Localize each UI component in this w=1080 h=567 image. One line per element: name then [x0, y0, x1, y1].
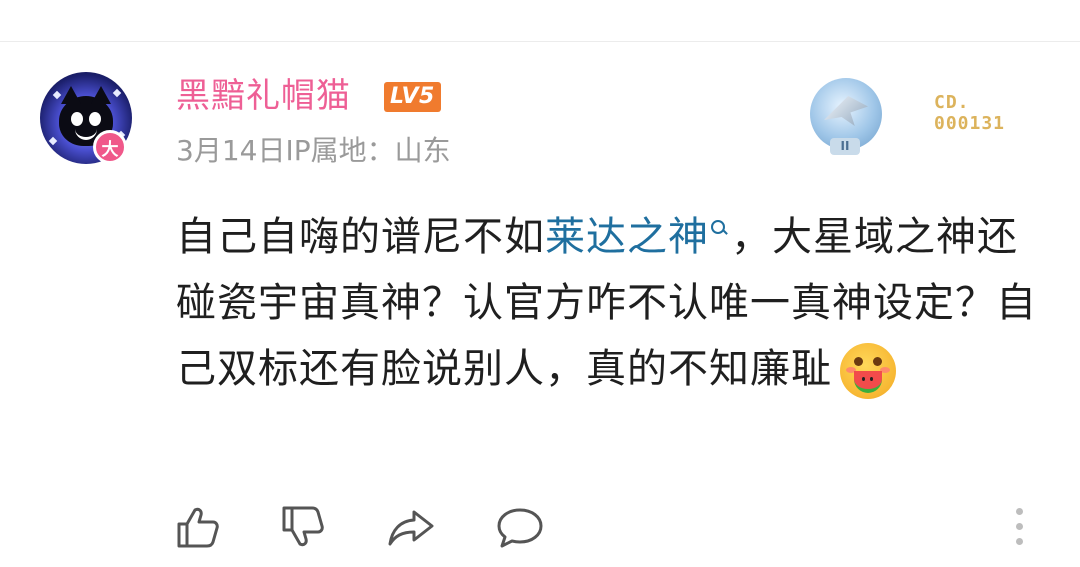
comment-text: 自己自嗨的谱尼不如莱达之神 ，大星域之神还碰瓷宇宙真神？认官方咋不认唯一真神设定？… [176, 204, 1046, 402]
level-badge: LV5 [384, 82, 441, 112]
like-icon [177, 507, 219, 548]
comment-meta: 3月14日IP属地：山东 [176, 131, 451, 171]
avatar-sparkle [48, 136, 58, 146]
fan-id-prefix: CD. [934, 92, 970, 113]
comment-date: 3月14日 [176, 134, 286, 167]
vip-badge: 大 [93, 130, 127, 164]
top-divider [0, 41, 1080, 42]
medal-level: II [830, 138, 860, 155]
fan-id: CD. 000131 [934, 92, 1024, 134]
reply-button[interactable] [496, 504, 543, 550]
dislike-button[interactable] [280, 504, 326, 550]
jet-icon [824, 96, 868, 126]
username[interactable]: 黑黯礼帽猫 [176, 72, 351, 120]
fan-id-number: 000131 [934, 113, 1006, 134]
share-button[interactable] [388, 504, 434, 550]
dislike-icon [282, 506, 324, 547]
avatar-sparkle [52, 90, 62, 100]
avatar-sparkle [112, 88, 122, 98]
more-button[interactable] [1004, 504, 1036, 550]
like-button[interactable] [175, 504, 221, 550]
ip-location: IP属地：山东 [285, 134, 451, 167]
watermelon-emoji [840, 343, 896, 399]
search-icon[interactable] [711, 219, 727, 236]
topic-link[interactable]: 莱达之神 [545, 214, 709, 260]
share-icon [388, 510, 434, 546]
comment-text-part1: 自己自嗨的谱尼不如 [176, 214, 545, 260]
reply-icon [497, 508, 543, 548]
